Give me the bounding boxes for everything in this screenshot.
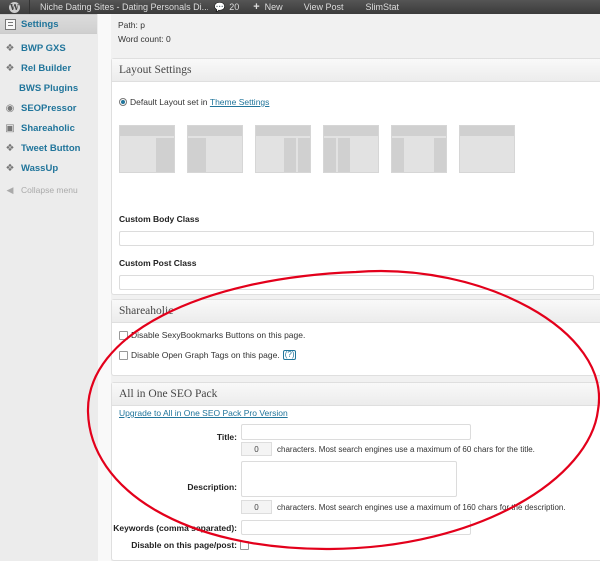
layout-option-sidebar-content-sidebar[interactable]: [391, 125, 447, 173]
custom-post-class-input[interactable]: [119, 275, 594, 290]
sidebar-item-label: Settings: [21, 18, 59, 30]
comment-bubble-icon: 💬: [214, 1, 226, 12]
plugin-icon: ▣: [5, 122, 15, 134]
sidebar-item-label: WassUp: [21, 162, 59, 174]
disable-sexybookmarks-text: Disable SexyBookmarks Buttons on this pa…: [131, 330, 306, 340]
sidebar-item-rel-builder[interactable]: ❖ Rel Builder: [0, 58, 97, 78]
plugin-icon: ❖: [5, 142, 15, 154]
layout-option-sidebar-sidebar-content[interactable]: [323, 125, 379, 173]
slimstat-link[interactable]: SlimStat: [355, 0, 411, 14]
layout-option-sidebar-content[interactable]: [187, 125, 243, 173]
site-name-link[interactable]: Niche Dating Sites - Dating Personals Di…: [30, 0, 208, 14]
view-post-link[interactable]: View Post: [293, 0, 355, 14]
wordpress-logo-icon[interactable]: W: [0, 0, 30, 14]
help-icon[interactable]: (?): [282, 350, 297, 360]
admin-sidebar: Settings ❖ BWP GXS ❖ Rel Builder BWS Plu…: [0, 14, 110, 561]
default-layout-radio[interactable]: [119, 98, 127, 106]
aioseo-description-counter: 0: [241, 500, 272, 514]
aioseo-description-label: Description:: [187, 482, 237, 492]
new-label: New: [264, 2, 283, 12]
default-layout-text: Default Layout set in: [130, 97, 208, 107]
shareaholic-title[interactable]: Shareaholic: [112, 300, 600, 323]
default-layout-option[interactable]: Default Layout set in Theme Settings: [119, 97, 269, 107]
aioseo-title-label: Title:: [216, 432, 237, 442]
sidebar-item-shareaholic[interactable]: ▣ Shareaholic: [0, 118, 97, 138]
sidebar-item-label: Rel Builder: [21, 62, 72, 74]
aioseo-title[interactable]: All in One SEO Pack: [112, 383, 600, 406]
disable-open-graph-checkbox[interactable]: [119, 350, 128, 360]
sidebar-item-tweet-button[interactable]: ❖ Tweet Button: [0, 138, 97, 158]
custom-body-class-label: Custom Body Class: [119, 214, 200, 224]
aioseo-title-counter: 0: [241, 442, 272, 456]
custom-body-class-input[interactable]: [119, 231, 594, 246]
layout-settings-box: Layout Settings Default Layout set in Th…: [111, 58, 600, 295]
content-gutter: [98, 14, 111, 561]
new-content-link[interactable]: + New: [249, 0, 292, 14]
layout-option-full-width[interactable]: [459, 125, 515, 173]
sidebar-item-wassup[interactable]: ❖ WassUp: [0, 158, 97, 178]
plugin-icon: ◉: [5, 102, 15, 114]
layout-settings-title[interactable]: Layout Settings: [112, 59, 600, 82]
aioseo-keywords-input[interactable]: [241, 520, 471, 535]
plugin-icon: ❖: [5, 42, 15, 54]
sidebar-item-label: Tweet Button: [21, 142, 81, 154]
disable-open-graph-option[interactable]: Disable Open Graph Tags on this page. (?…: [119, 350, 297, 360]
sidebar-item-label: Shareaholic: [21, 122, 75, 134]
sidebar-item-seopressor[interactable]: ◉ SEOPressor: [0, 98, 97, 118]
admin-bar: W Niche Dating Sites - Dating Personals …: [0, 0, 600, 14]
disable-open-graph-text: Disable Open Graph Tags on this page.: [131, 350, 280, 360]
aioseo-disable-label: Disable on this page/post:: [131, 540, 237, 550]
aioseo-keywords-label: Keywords (comma separated):: [113, 523, 237, 533]
aioseo-title-hint: characters. Most search engines use a ma…: [277, 445, 535, 454]
editor-path: Path: p: [118, 20, 145, 30]
aioseo-upgrade-link[interactable]: Upgrade to All in One SEO Pack Pro Versi…: [119, 408, 288, 418]
aioseo-description-textarea[interactable]: [241, 461, 457, 497]
sidebar-item-bwp-gxs[interactable]: ❖ BWP GXS: [0, 38, 97, 58]
shareaholic-box: Shareaholic Disable SexyBookmarks Button…: [111, 299, 600, 376]
aioseo-title-input[interactable]: [241, 424, 471, 440]
disable-sexybookmarks-option[interactable]: Disable SexyBookmarks Buttons on this pa…: [119, 330, 305, 340]
sidebar-item-settings[interactable]: Settings: [0, 14, 97, 34]
comments-link[interactable]: 💬 20: [208, 0, 249, 14]
plus-icon: +: [253, 1, 260, 13]
sidebar-item-label: BWS Plugins: [19, 82, 79, 94]
disable-sexybookmarks-checkbox[interactable]: [119, 330, 128, 340]
theme-settings-link[interactable]: Theme Settings: [210, 97, 270, 107]
collapse-arrow-icon: ◀: [6, 184, 14, 195]
settings-icon: [3, 17, 17, 31]
aioseo-disable-checkbox[interactable]: [240, 541, 249, 550]
sidebar-item-label: BWP GXS: [21, 42, 66, 54]
post-edit-main: Path: p Word count: 0 Layout Settings De…: [111, 14, 600, 561]
sidebar-item-label: SEOPressor: [21, 102, 77, 114]
aioseo-box: All in One SEO Pack Upgrade to All in On…: [111, 382, 600, 561]
layout-option-content-sidebar[interactable]: [119, 125, 175, 173]
collapse-menu-button[interactable]: ◀ Collapse menu: [0, 180, 97, 200]
plugin-icon: ❖: [5, 162, 15, 174]
plugin-icon: ❖: [5, 62, 15, 74]
custom-post-class-label: Custom Post Class: [119, 258, 197, 268]
comments-count: 20: [229, 2, 240, 12]
collapse-menu-label: Collapse menu: [21, 185, 78, 195]
aioseo-description-hint: characters. Most search engines use a ma…: [277, 503, 566, 512]
editor-word-count: Word count: 0: [118, 34, 171, 44]
layout-option-content-sidebar-sidebar[interactable]: [255, 125, 311, 173]
sidebar-item-bws-plugins[interactable]: BWS Plugins: [0, 78, 97, 98]
